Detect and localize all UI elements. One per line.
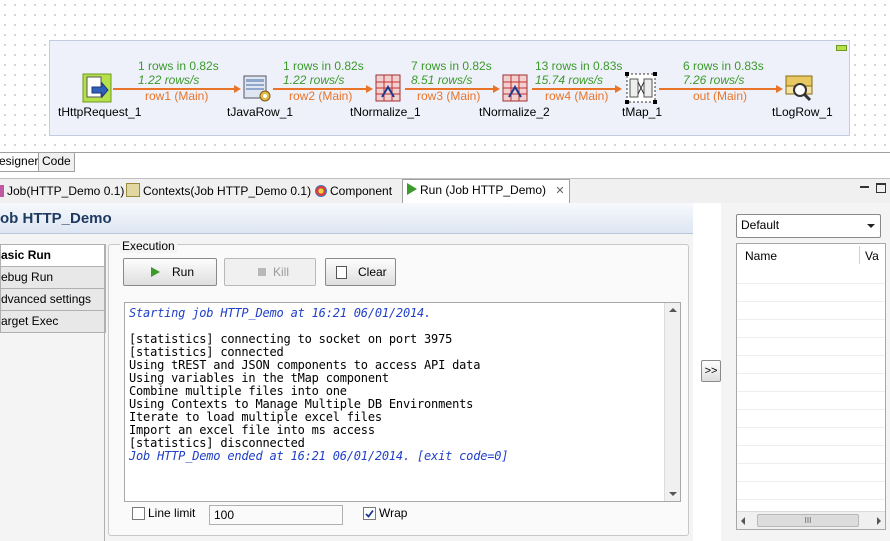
- tab-run-label: Run (Job HTTP_Demo): [420, 183, 547, 197]
- table-header: Name Va: [737, 244, 885, 267]
- connection-row1-rows: 1 rows in 0.82s: [138, 59, 219, 73]
- menu-divider: [104, 244, 105, 541]
- log-row-icon[interactable]: [784, 73, 814, 103]
- connection-row3-rows: 7 rows in 0.82s: [411, 59, 492, 73]
- clear-button[interactable]: Clear: [325, 258, 396, 286]
- component-label-tnormalize-2: tNormalize_2: [479, 105, 550, 119]
- console-output[interactable]: Starting job HTTP_Demo at 16:21 06/01/20…: [124, 302, 681, 502]
- connection-row4-arrow: [615, 85, 622, 93]
- tab-run[interactable]: Run (Job HTTP_Demo) ✕: [402, 179, 570, 203]
- table-grid-lines: [737, 266, 885, 509]
- connection-row3-arrow: [493, 85, 500, 93]
- context-select[interactable]: Default: [736, 214, 881, 238]
- connection-out-rows: 6 rows in 0.83s: [683, 59, 764, 73]
- component-label-thttprequest: tHttpRequest_1: [58, 105, 142, 119]
- tab-component[interactable]: Component: [311, 181, 396, 201]
- job-icon: [0, 185, 4, 197]
- scroll-up-icon[interactable]: [669, 308, 677, 312]
- tab-job-label: Job(HTTP_Demo 0.1): [7, 184, 125, 198]
- contexts-icon: [126, 183, 140, 197]
- connection-out-arrow: [776, 85, 783, 93]
- expand-context-button[interactable]: >>: [701, 360, 721, 382]
- component-label-tmap: tMap_1: [622, 105, 663, 119]
- play-icon: [151, 267, 160, 277]
- line-limit-checkbox[interactable]: [132, 507, 145, 520]
- column-header-value[interactable]: Va: [865, 249, 879, 263]
- connection-row1-arrow: [234, 85, 241, 93]
- console-line: Starting job HTTP_Demo at 16:21 06/01/20…: [129, 306, 432, 320]
- line-limit-input[interactable]: 100: [209, 505, 343, 525]
- connection-out-rate: 7.26 rows/s: [683, 73, 745, 87]
- run-button[interactable]: Run: [123, 258, 217, 286]
- run-view-header: ob HTTP_Demo: [0, 203, 693, 234]
- tab-component-label: Component: [330, 184, 393, 198]
- component-label-tnormalize-1: tNormalize_1: [350, 105, 421, 119]
- tab-contexts-label: Contexts(Job HTTP_Demo 0.1): [143, 184, 312, 198]
- maximize-view-icon[interactable]: [876, 183, 886, 193]
- tab-job[interactable]: Job(HTTP_Demo 0.1): [0, 181, 128, 201]
- menu-debug-run[interactable]: ebug Run: [0, 266, 106, 289]
- context-horizontal-scrollbar[interactable]: III: [737, 511, 885, 529]
- connection-row3-rate: 8.51 rows/s: [411, 73, 473, 87]
- chevron-down-icon: [867, 224, 875, 228]
- clear-icon: [336, 266, 347, 279]
- wrap-checkbox[interactable]: [363, 507, 376, 520]
- component-icon: [315, 185, 327, 197]
- normalize-1-icon[interactable]: [374, 73, 404, 103]
- close-tab-icon[interactable]: ✕: [555, 185, 564, 197]
- stop-icon: [258, 268, 266, 276]
- kill-button[interactable]: Kill: [224, 258, 316, 286]
- execution-label: Execution: [120, 239, 177, 253]
- connection-row1-rate: 1.22 rows/s: [138, 73, 200, 87]
- connection-row2-rate: 1.22 rows/s: [283, 73, 345, 87]
- map-icon[interactable]: [624, 71, 657, 104]
- menu-basic-run[interactable]: asic Run: [0, 244, 106, 267]
- connection-row2-arrow: [366, 85, 373, 93]
- connection-row4-rate: 15.74 rows/s: [535, 73, 604, 87]
- http-request-icon[interactable]: [82, 73, 112, 103]
- console-line: Job HTTP_Demo ended at 16:21 06/01/2014.…: [129, 449, 509, 463]
- connection-row1-label: row1 (Main): [145, 89, 209, 103]
- context-select-value: Default: [741, 218, 780, 232]
- component-label-tlogrow: tLogRow_1: [772, 105, 833, 119]
- tab-designer[interactable]: esigner: [0, 153, 43, 172]
- menu-target-exec[interactable]: arget Exec: [0, 310, 106, 333]
- clear-button-label: Clear: [358, 265, 387, 279]
- connection-row2-rows: 1 rows in 0.82s: [283, 59, 364, 73]
- kill-button-label: Kill: [273, 265, 290, 279]
- connection-row4-label: row4 (Main): [545, 89, 609, 103]
- column-header-divider: [859, 246, 860, 264]
- run-button-label: Run: [172, 265, 195, 279]
- run-view-title: ob HTTP_Demo: [0, 210, 112, 227]
- minimize-view-icon[interactable]: [860, 186, 869, 188]
- line-limit-label: Line limit: [148, 506, 196, 520]
- scroll-left-icon[interactable]: [741, 517, 745, 525]
- subjob-collapse-marker[interactable]: [836, 45, 847, 51]
- normalize-2-icon[interactable]: [501, 73, 531, 103]
- scroll-right-icon[interactable]: [877, 517, 881, 525]
- scroll-thumb[interactable]: III: [757, 514, 859, 527]
- tab-code[interactable]: Code: [38, 153, 75, 172]
- console-scrollbar[interactable]: [664, 303, 680, 501]
- scroll-down-icon[interactable]: [669, 492, 677, 496]
- tab-contexts[interactable]: Contexts(Job HTTP_Demo 0.1): [122, 181, 315, 201]
- designer-tabstrip: [0, 152, 890, 153]
- checkmark-icon: [365, 509, 374, 518]
- column-header-name[interactable]: Name: [745, 249, 777, 263]
- run-icon: [407, 183, 417, 195]
- connection-out-label: out (Main): [693, 89, 748, 103]
- context-table[interactable]: Name Va III: [736, 243, 886, 530]
- connection-row3-label: row3 (Main): [417, 89, 481, 103]
- component-label-tjavarow: tJavaRow_1: [227, 105, 294, 119]
- java-row-icon[interactable]: [242, 73, 272, 103]
- menu-advanced-settings[interactable]: dvanced settings: [0, 288, 106, 311]
- connection-row4-rows: 13 rows in 0.83s: [535, 59, 623, 73]
- connection-row2-label: row2 (Main): [289, 89, 353, 103]
- wrap-label: Wrap: [379, 506, 408, 520]
